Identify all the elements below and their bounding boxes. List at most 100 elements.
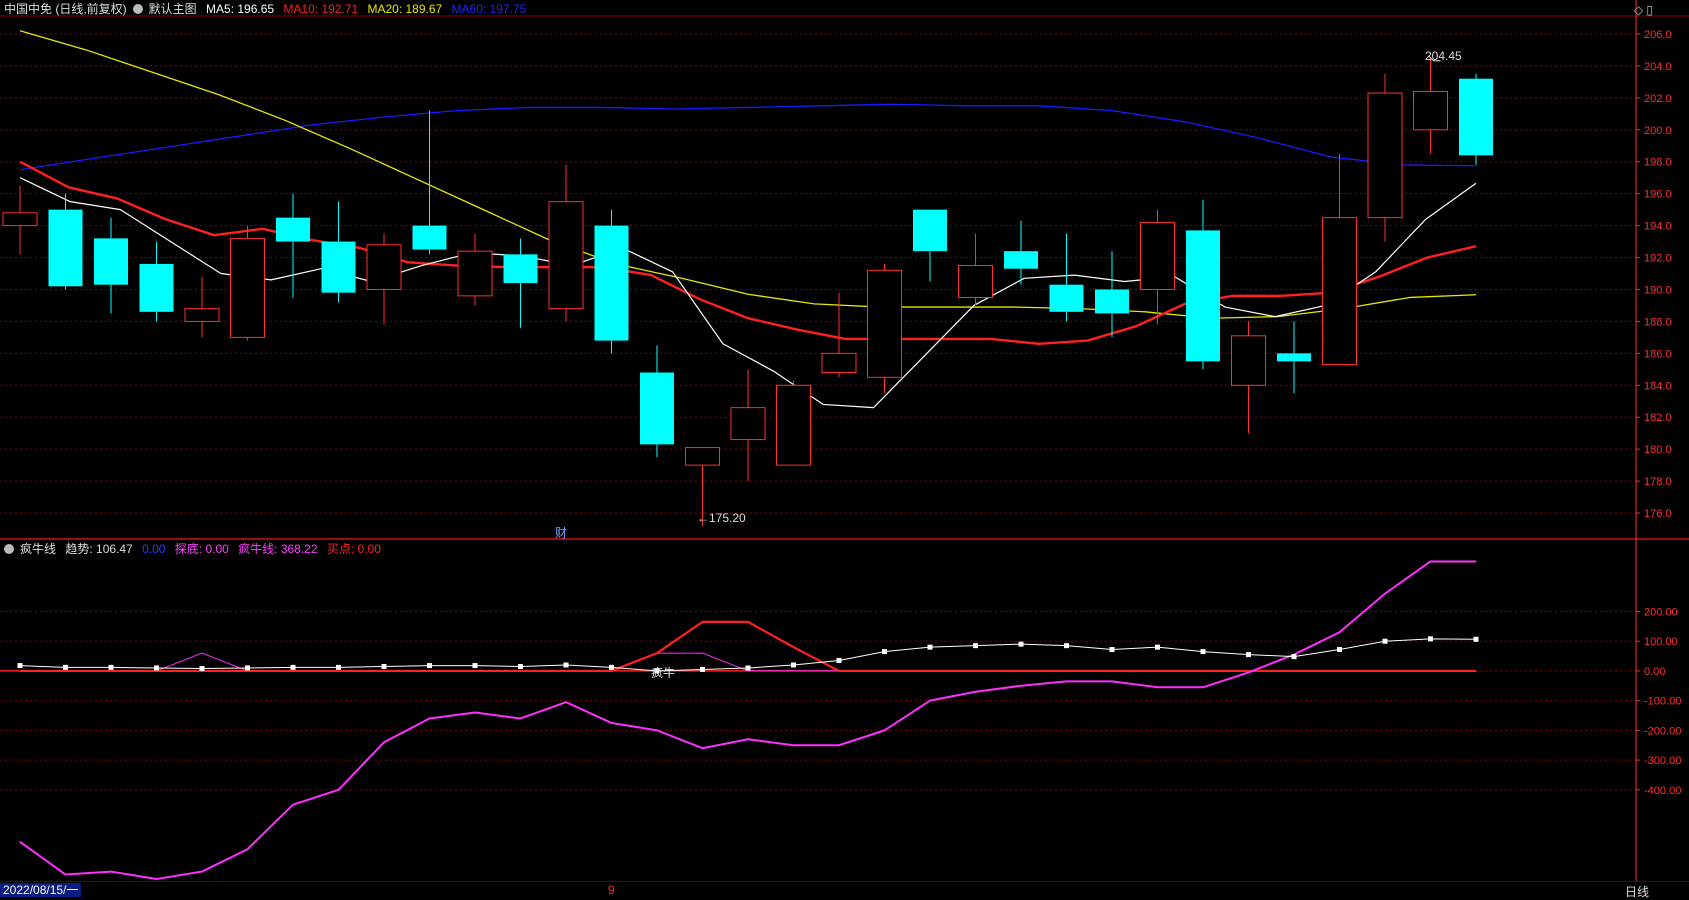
trend-point (927, 644, 933, 650)
candle-body (1004, 251, 1038, 269)
candle-body (1413, 90, 1448, 131)
month-marker: 9 (608, 883, 615, 897)
buy-value: 买点: 0.00 (326, 542, 381, 556)
candle-body (730, 407, 766, 441)
candle-body (2, 212, 38, 227)
candle-body (457, 250, 493, 297)
indicator-name[interactable]: 疯牛线 (20, 542, 56, 556)
trend-point (1155, 644, 1160, 650)
candle-body (48, 209, 83, 287)
y-tick-label: 198.0 (1644, 157, 1672, 169)
y-tick-label: 200.0 (1644, 125, 1672, 137)
y-tick-label: 178.0 (1644, 476, 1672, 488)
y-tick-label: 186.0 (1644, 348, 1672, 360)
y-tick-label: 204.0 (1644, 61, 1672, 73)
indicator-header: 疯牛线 趋势: 106.47 0.00 探底: 0.00 疯牛线: 368.22… (4, 541, 387, 557)
y-tick-label: 200.00 (1644, 606, 1678, 618)
candle-body (1277, 353, 1311, 362)
trend-point (381, 663, 387, 669)
candle-body (685, 447, 720, 466)
trend-point (1018, 641, 1024, 647)
trend-point (245, 665, 250, 671)
indicator-lines (0, 560, 1479, 880)
main-header: 中国中免 (日线,前复权) 默认主图 MA5: 196.65 MA10: 192.… (4, 1, 532, 17)
stock-title[interactable]: 中国中免 (日线,前复权) (4, 2, 127, 16)
trend-point (63, 664, 68, 670)
ma60-label: MA60: 197.75 (451, 2, 527, 16)
blank-value: 0.00 (142, 542, 166, 556)
candle-body (321, 241, 356, 293)
y-tick-label: -400.00 (1644, 785, 1681, 797)
trend-point (154, 665, 159, 671)
y-tick-label: 194.0 (1644, 221, 1672, 233)
bull-line (19, 560, 1476, 880)
finance-marker[interactable]: 财 (555, 526, 567, 540)
candle-body (1186, 230, 1220, 362)
trend-point (1382, 638, 1388, 644)
dropdown-icon[interactable] (4, 544, 14, 554)
trend-point (609, 664, 614, 670)
trend-point (108, 664, 114, 670)
trend-point (1246, 652, 1251, 658)
low-label: ←175.20 (697, 511, 746, 525)
trend-point (1337, 647, 1342, 653)
ma60-line (19, 103, 1477, 171)
trend-point (518, 663, 523, 669)
trend-point (17, 663, 23, 669)
trend-point (427, 663, 432, 669)
y-tick-label: 202.0 (1644, 93, 1672, 105)
y-tick-label: 100.00 (1644, 636, 1678, 648)
tandi-value: 探底: 0.00 (174, 542, 229, 556)
y-tick-label: 0.00 (1644, 666, 1665, 678)
y-tick-label: 190.0 (1644, 284, 1672, 296)
template-label[interactable]: 默认主图 (149, 2, 197, 16)
candle-body (867, 269, 902, 378)
trend-point (1291, 654, 1297, 660)
y-tick-label: 180.0 (1644, 444, 1672, 456)
candle-body (412, 225, 447, 250)
trend-point (1109, 647, 1115, 653)
candlesticks (2, 55, 1493, 526)
trend-point (882, 649, 887, 655)
trend-point (472, 663, 478, 669)
trend-point (973, 643, 978, 649)
dropdown-icon[interactable] (132, 4, 143, 14)
maximize-icon[interactable]: ▯ (1646, 3, 1653, 17)
candle-body (139, 263, 174, 312)
candle-body (776, 384, 811, 466)
candle-body (1322, 217, 1357, 366)
ma5-label: MA5: 196.65 (206, 2, 275, 16)
candle-body (640, 372, 674, 445)
period-label[interactable]: 日线 (1625, 883, 1649, 900)
y-tick-label: 176.0 (1644, 508, 1672, 520)
candle-body (913, 209, 947, 252)
trend-point (290, 664, 296, 670)
candle-body (548, 201, 584, 310)
time-axis-bar[interactable] (0, 881, 1689, 899)
window-controls: ◇ ▯ (1634, 3, 1653, 17)
bull-value: 疯牛线: 368.22 (238, 542, 318, 556)
trend-point (1473, 636, 1479, 642)
trend-point (836, 658, 842, 664)
axes: 176.0 178.0 180.0 182.0 184.0 186.0 188.0 190.0… (0, 0, 1689, 881)
candle-body (1459, 78, 1493, 156)
candle-body (276, 217, 310, 242)
diamond-icon[interactable]: ◇ (1634, 3, 1643, 17)
trend-point (700, 666, 705, 672)
y-tick-label: 196.0 (1644, 189, 1672, 201)
trend-point (1428, 636, 1433, 642)
bull-marker: 疯牛 (651, 665, 675, 680)
candle-body (958, 265, 993, 298)
candle-body (1231, 335, 1266, 386)
buy-line (20, 620, 1476, 673)
trend-point (745, 665, 751, 671)
candle-body (1095, 289, 1129, 314)
ma10-label: MA10: 192.71 (283, 2, 359, 16)
chart-canvas[interactable]: 176.0 178.0 180.0 182.0 184.0 186.0 188.0 190.0… (0, 0, 1689, 898)
candle-body (1140, 221, 1175, 290)
current-date: 2022/08/15/一 (0, 883, 82, 897)
y-tick-label: -100.00 (1644, 696, 1681, 708)
candle-body (184, 308, 220, 322)
trend-value: 趋势: 106.47 (65, 542, 133, 556)
ma20-label: MA20: 189.67 (367, 2, 443, 16)
